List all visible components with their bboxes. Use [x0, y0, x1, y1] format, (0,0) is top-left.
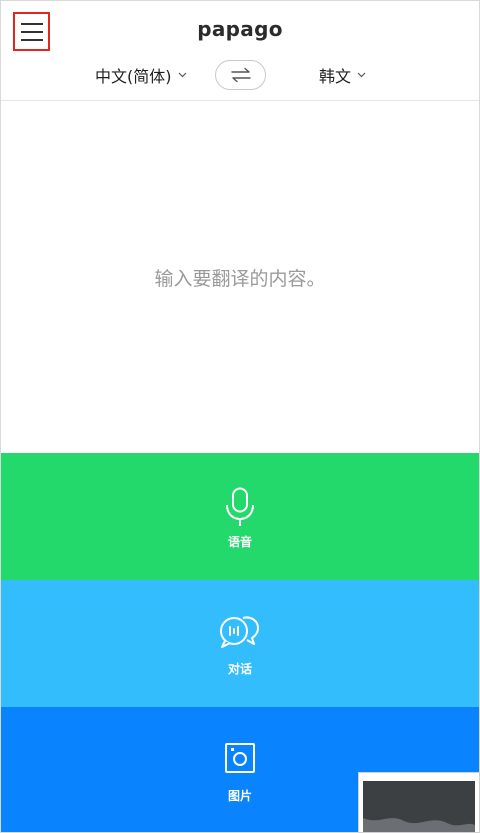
- conversation-mode-button[interactable]: 对话: [1, 580, 479, 707]
- voice-mode-button[interactable]: 语音: [1, 453, 479, 580]
- source-language-label: 中文(简体): [95, 67, 172, 86]
- image-thumbnail-icon: [363, 781, 475, 832]
- swap-languages-button[interactable]: [215, 60, 266, 90]
- chevron-down-icon: [178, 72, 186, 78]
- input-placeholder: 输入要翻译的内容。: [154, 268, 326, 290]
- conversation-mode-label: 对话: [227, 662, 252, 676]
- conversation-bubbles-icon: [220, 616, 259, 648]
- voice-mode-label: 语音: [227, 535, 252, 549]
- translation-input-area[interactable]: 输入要翻译的内容。: [1, 101, 479, 453]
- camera-frame-icon: [225, 743, 255, 773]
- app-frame: papago 中文(简体) 韩文 输入要翻译的内容。 语音 对话 图片: [0, 0, 480, 833]
- preview-thumbnail[interactable]: [358, 772, 480, 833]
- swap-arrows-icon: [230, 67, 251, 83]
- target-language-label: 韩文: [319, 67, 352, 86]
- microphone-icon: [226, 487, 254, 526]
- source-language-selector[interactable]: 中文(简体): [95, 63, 187, 87]
- app-logo: papago: [197, 17, 283, 41]
- header: papago 中文(简体) 韩文: [1, 1, 479, 101]
- chevron-down-icon: [357, 72, 366, 78]
- target-language-selector[interactable]: 韩文: [319, 63, 366, 87]
